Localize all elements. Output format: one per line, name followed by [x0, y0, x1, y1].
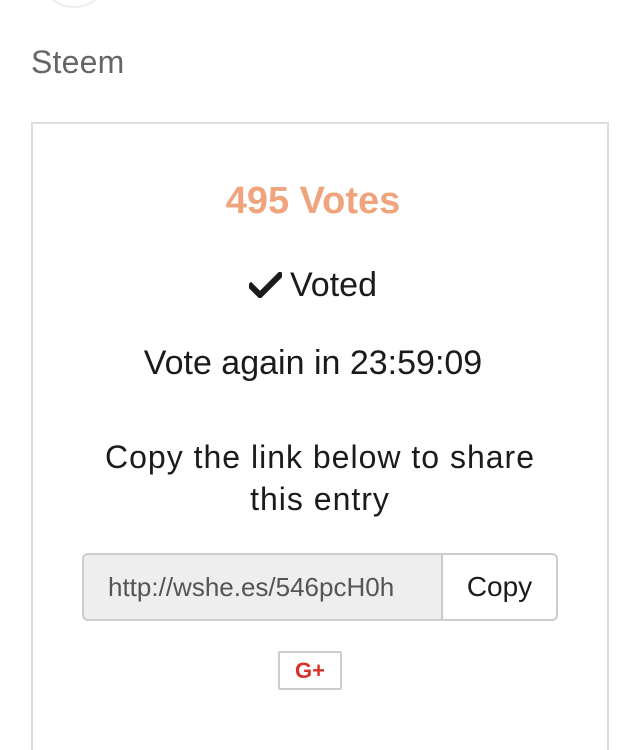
vote-again-countdown: Vote again in 23:59:09: [143, 344, 483, 382]
share-link-input[interactable]: [82, 553, 443, 621]
app-label: Steem: [31, 44, 125, 80]
voted-label: Voted: [290, 266, 377, 304]
share-instructions: Copy the link below to share this entry: [105, 439, 535, 517]
voted-status: Voted: [0, 262, 626, 308]
checkmark-icon: [249, 272, 282, 298]
google-plus-share-button[interactable]: G+: [278, 651, 342, 690]
avatar: [38, 0, 110, 8]
copy-button[interactable]: Copy: [441, 553, 558, 621]
vote-count: 495 Votes: [225, 180, 401, 222]
